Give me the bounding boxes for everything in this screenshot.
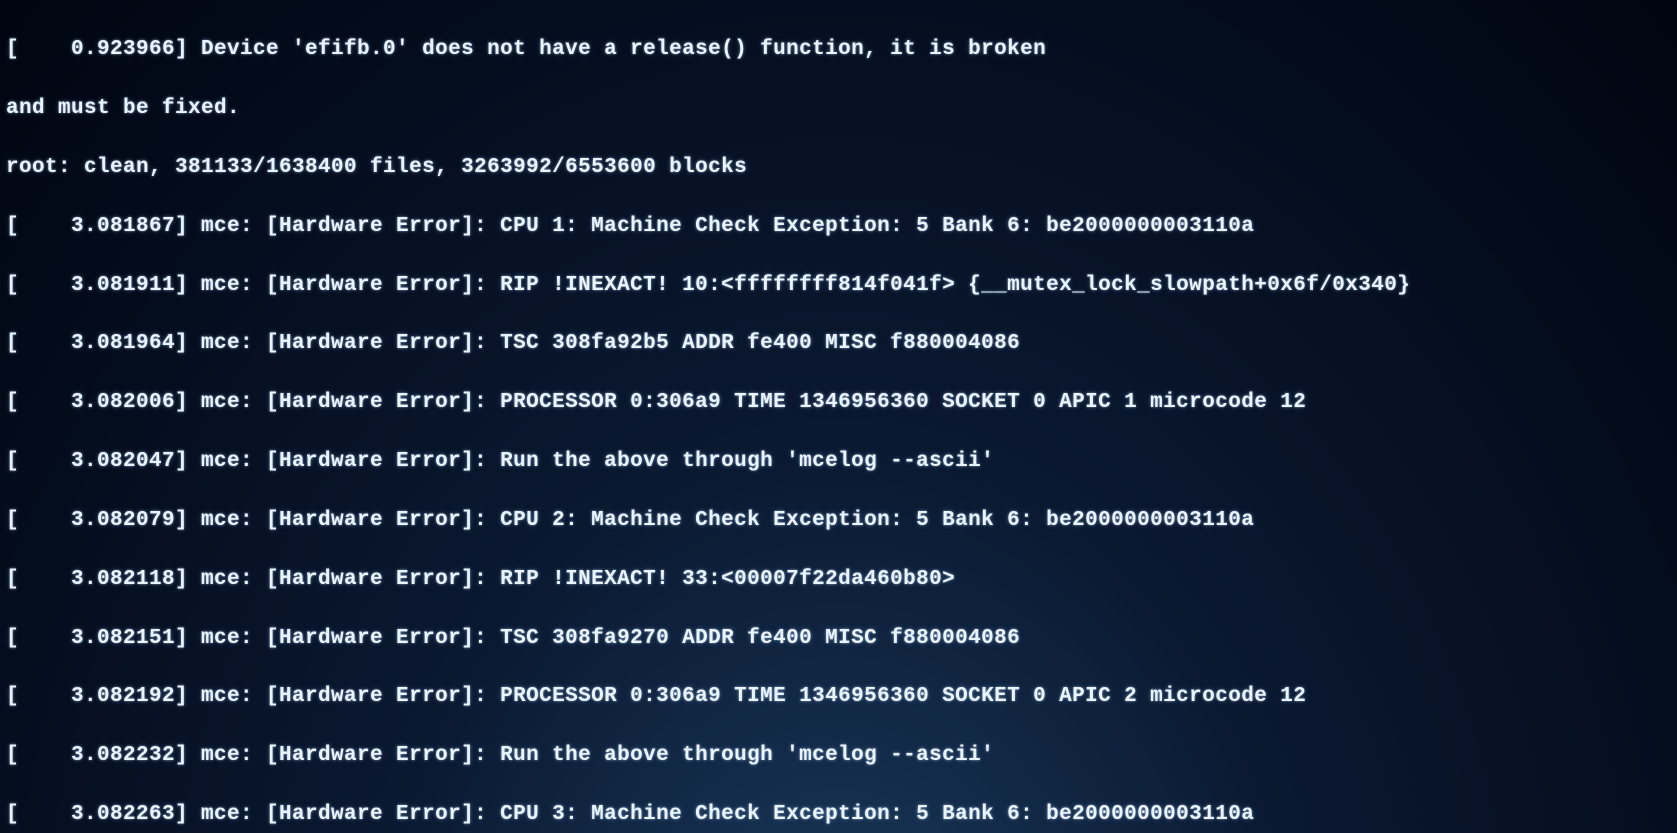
console-line: [ 3.081911] mce: [Hardware Error]: RIP !… bbox=[6, 271, 1677, 300]
console-line: [ 3.082118] mce: [Hardware Error]: RIP !… bbox=[6, 565, 1677, 594]
console-line: [ 3.081964] mce: [Hardware Error]: TSC 3… bbox=[6, 329, 1677, 358]
console-line: [ 3.082263] mce: [Hardware Error]: CPU 3… bbox=[6, 800, 1677, 829]
console-line: [ 3.082006] mce: [Hardware Error]: PROCE… bbox=[6, 388, 1677, 417]
console-line: [ 0.923966] Device 'efifb.0' does not ha… bbox=[6, 35, 1677, 64]
console-line: [ 3.082151] mce: [Hardware Error]: TSC 3… bbox=[6, 624, 1677, 653]
console-line: [ 3.082232] mce: [Hardware Error]: Run t… bbox=[6, 741, 1677, 770]
console-line: root: clean, 381133/1638400 files, 32639… bbox=[6, 153, 1677, 182]
console-line: [ 3.081867] mce: [Hardware Error]: CPU 1… bbox=[6, 212, 1677, 241]
console-line: and must be fixed. bbox=[6, 94, 1677, 123]
console-line: [ 3.082047] mce: [Hardware Error]: Run t… bbox=[6, 447, 1677, 476]
console-line: [ 3.082192] mce: [Hardware Error]: PROCE… bbox=[6, 682, 1677, 711]
kernel-console: [ 0.923966] Device 'efifb.0' does not ha… bbox=[0, 0, 1677, 833]
console-line: [ 3.082079] mce: [Hardware Error]: CPU 2… bbox=[6, 506, 1677, 535]
